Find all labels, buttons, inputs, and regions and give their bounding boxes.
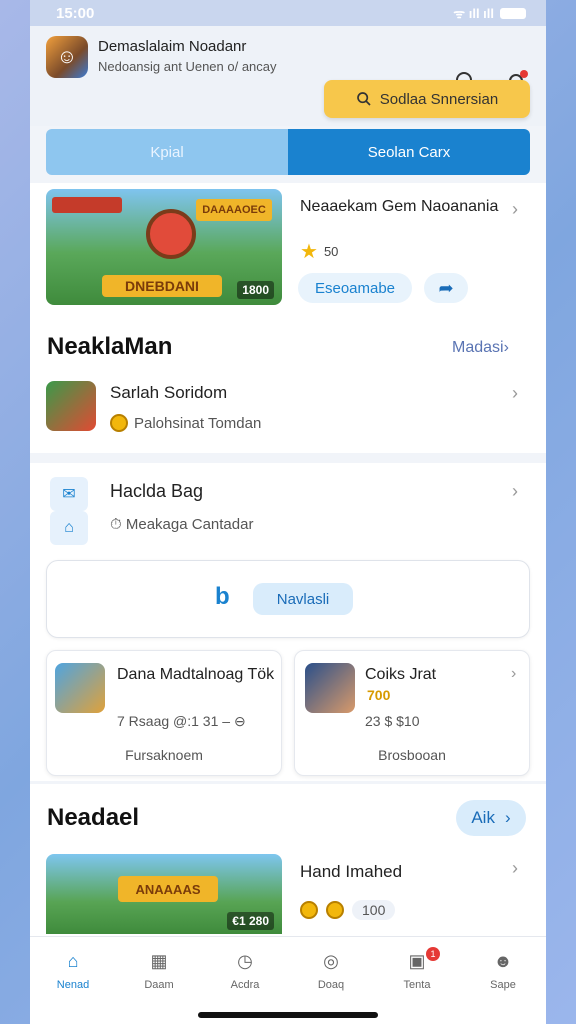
- status-icons: ᯤ ıll ıll: [453, 4, 526, 22]
- app-logo-icon[interactable]: ☺: [46, 36, 88, 78]
- coin-icon: [326, 901, 344, 919]
- status-time: 15:00: [56, 4, 95, 22]
- status-bar: 15:00 ᯤ ıll ıll: [30, 0, 546, 26]
- tab-clock[interactable]: ◷ Acdra: [202, 937, 288, 1024]
- segment-left[interactable]: Kpial: [46, 129, 288, 175]
- game-card-right[interactable]: Coiks Jrat 700 23 $ $10 Brosbooan ›: [294, 650, 530, 776]
- search-icon: [356, 92, 371, 106]
- clock-icon: ◷: [237, 950, 253, 971]
- game-image[interactable]: ANAAAAS €1 280: [46, 854, 282, 934]
- featured-rating: ★ 50: [300, 239, 338, 264]
- tab-profile[interactable]: ☻ Sape: [460, 937, 546, 1024]
- segmented-control: Kpial Seolan Carx: [46, 129, 530, 175]
- home-icon: ⌂: [67, 950, 79, 971]
- list-item-subtitle: Palohsinat Tomdan: [110, 414, 261, 432]
- chevron-right-icon[interactable]: ›: [511, 665, 516, 683]
- app-screen: 15:00 ᯤ ıll ıll ☺ Demaslalaim Noadanr Ne…: [30, 0, 546, 1024]
- promo-button[interactable]: Sodlaa Snnersian: [324, 80, 530, 118]
- tent-icon: ⌂: [50, 511, 88, 545]
- notification-dot: [520, 70, 528, 78]
- item-value: 100: [352, 900, 396, 920]
- card-meta: 7 Rsaag @:1 31 – ⊖: [117, 713, 246, 729]
- bottom-section: Neadael Aik › ANAAAAS €1 280 Hand Imahed …: [30, 784, 546, 936]
- image-logo: ANAAAAS: [118, 876, 218, 902]
- promo-button-label: Sodlaa Snnersian: [379, 90, 499, 108]
- card-title: Dana Madtalnoag Tök: [117, 666, 275, 683]
- app-title: Demaslalaim Noadanr: [98, 38, 247, 55]
- rating-value: 50: [323, 244, 339, 259]
- app-subtitle: Nedoansig ant Uenen o/ ancay: [98, 59, 277, 74]
- featured-action-button[interactable]: Eseoamabe: [298, 273, 412, 303]
- section-title: NeaklaMan: [47, 333, 173, 360]
- section-more-link[interactable]: Madasi›: [452, 339, 509, 357]
- game-thumbnail[interactable]: [46, 381, 96, 431]
- calendar-icon: ▦: [150, 950, 168, 971]
- share-icon[interactable]: ➦: [424, 273, 468, 303]
- featured-section: DAAAAOEC DNEBDANI 1800 Neaaekam Gem Naoa…: [30, 183, 546, 453]
- segment-right[interactable]: Seolan Carx: [288, 129, 530, 175]
- home-indicator[interactable]: [198, 1012, 378, 1018]
- item-name[interactable]: Hand Imahed: [300, 862, 402, 882]
- signal-icon: ᯤ ıll ıll: [453, 6, 494, 21]
- image-banner: [52, 197, 122, 213]
- chevron-right-icon: ›: [504, 808, 511, 827]
- navigation-button[interactable]: Navlasli: [253, 583, 353, 615]
- image-logo: DNEBDANI: [102, 275, 222, 297]
- tab-badge: 1: [426, 947, 440, 961]
- tab-inbox[interactable]: ▣ 1 Tenta: [374, 937, 460, 1024]
- game-thumbnail: [55, 663, 105, 713]
- game-card-left[interactable]: Dana Madtalnoag Tök 7 Rsaag @:1 31 – ⊖ F…: [46, 650, 282, 776]
- mail-icon: ✉: [50, 477, 88, 511]
- bottom-tab-bar: ⌂ Nenad ▦ Daam ◷ Acdra ◎ Doaq ▣ 1 Tenta …: [30, 936, 546, 1024]
- camera-icon: ◎: [323, 950, 339, 971]
- image-tag: 1800: [237, 281, 274, 299]
- card-footer: Fursaknoem: [125, 747, 203, 763]
- profile-icon: ☻: [493, 950, 513, 971]
- card-footer: Brosbooan: [378, 747, 446, 763]
- card-price: 700: [367, 687, 391, 703]
- image-top-logo: DAAAAOEC: [196, 199, 272, 221]
- tab-camera[interactable]: ◎ Doaq: [288, 937, 374, 1024]
- coin-icon: [110, 414, 128, 432]
- chevron-right-icon[interactable]: ›: [512, 858, 518, 879]
- list-item-title[interactable]: Sarlah Soridom: [110, 383, 227, 403]
- section-title: Neadael: [47, 804, 140, 831]
- featured-title[interactable]: Neaaekam Gem Naoanania: [300, 197, 500, 216]
- section-pill-button[interactable]: Aik ›: [456, 800, 526, 836]
- tab-calendar[interactable]: ▦ Daam: [116, 937, 202, 1024]
- bag-subtitle: ⏱ Meakaga Cantadar: [110, 516, 254, 533]
- image-tag: €1 280: [227, 912, 274, 930]
- tab-home[interactable]: ⌂ Nenad: [30, 937, 116, 1024]
- battery-icon: [500, 7, 526, 19]
- brand-b-icon: b: [215, 583, 230, 610]
- item-meta: 100: [300, 900, 396, 920]
- featured-game-image[interactable]: DAAAAOEC DNEBDANI 1800: [46, 189, 282, 305]
- coin-icon: [300, 901, 318, 919]
- card-meta: 23 $ $10: [365, 713, 420, 729]
- character-illustration: [146, 209, 196, 259]
- bag-title[interactable]: Haclda Bag: [110, 481, 203, 502]
- chevron-right-icon[interactable]: ›: [512, 481, 518, 502]
- navigation-box: b Navlasli: [46, 560, 530, 638]
- star-icon: ★: [300, 241, 318, 263]
- chevron-right-icon[interactable]: ›: [512, 199, 518, 220]
- card-title: Coiks Jrat: [365, 666, 437, 683]
- chevron-right-icon[interactable]: ›: [512, 383, 518, 404]
- game-thumbnail: [305, 663, 355, 713]
